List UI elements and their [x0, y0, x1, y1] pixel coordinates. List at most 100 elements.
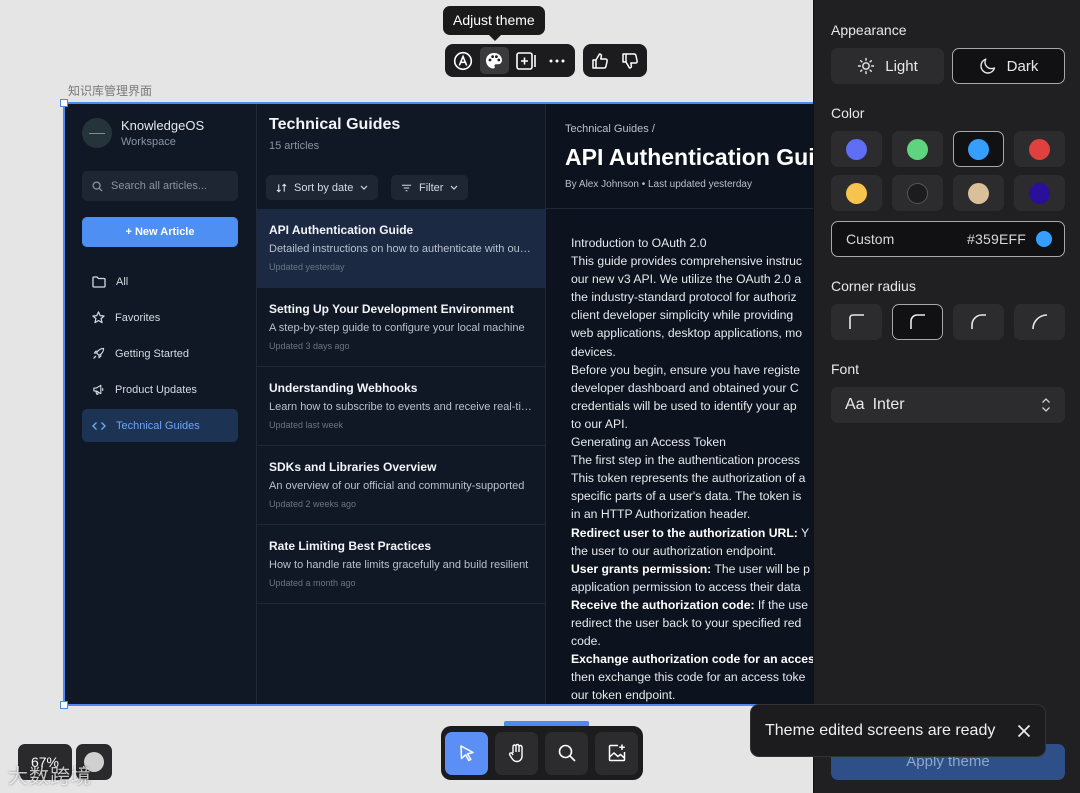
breadcrumb[interactable]: Technical Guides /	[565, 123, 655, 135]
swatch-dot	[846, 182, 867, 204]
body-line: application permission to access their d…	[571, 578, 821, 596]
preview-frame[interactable]: KnowledgeOS Workspace Search all article…	[63, 102, 823, 706]
sort-icon	[276, 183, 287, 192]
list-item[interactable]: API Authentication Guide Detailed instru…	[257, 209, 545, 288]
sidebar-item-label: Getting Started	[115, 347, 189, 360]
body-line: specific parts of a user's data. The tok…	[571, 487, 821, 505]
color-swatch[interactable]	[892, 175, 943, 211]
body-line-text: the user to our authorization endpoint.	[571, 543, 777, 558]
article-description: Detailed instructions on how to authenti…	[269, 243, 533, 255]
radius-large-button[interactable]	[953, 304, 1004, 340]
select-tool-button[interactable]	[445, 731, 488, 775]
list-item[interactable]: SDKs and Libraries Overview An overview …	[257, 446, 545, 525]
body-line-text: client developer simplicity while provid…	[571, 308, 794, 323]
chevron-down-icon	[451, 185, 458, 190]
article-body: Introduction to OAuth 2.0 This guide prov…	[571, 234, 821, 704]
custom-color-field[interactable]: Custom #359EFF	[831, 221, 1065, 257]
article-title: Setting Up Your Development Environment	[269, 302, 514, 316]
font-select[interactable]: Aa Inter	[831, 387, 1065, 423]
article-description: An overview of our official and communit…	[269, 480, 525, 492]
font-label: Font	[831, 361, 860, 377]
star-icon	[92, 311, 105, 324]
palette-icon[interactable]	[479, 47, 509, 74]
color-swatch[interactable]	[892, 131, 943, 167]
radius-small-button[interactable]	[831, 304, 882, 340]
swatch-dot	[1029, 182, 1050, 204]
search-input[interactable]: Search all articles...	[82, 171, 238, 201]
body-line: This guide provides comprehensive instru…	[571, 252, 821, 270]
radius-medium-button[interactable]	[892, 304, 943, 340]
sidebar-item-all[interactable]: All	[82, 265, 238, 298]
more-icon[interactable]	[543, 47, 573, 74]
list-item[interactable]: Setting Up Your Development Environment …	[257, 288, 545, 367]
body-line-text: our token endpoint.	[571, 688, 676, 703]
article-title: API Authentication Guide	[269, 223, 414, 237]
sidebar-item-technical-guides[interactable]: Technical Guides	[82, 409, 238, 442]
light-mode-button[interactable]: Light	[831, 48, 944, 84]
chevron-up-down-icon	[1042, 398, 1050, 412]
image-tool-button[interactable]	[595, 731, 638, 775]
sidebar-item-product-updates[interactable]: Product Updates	[82, 373, 238, 406]
body-line: Generating an Access Token	[571, 433, 821, 451]
custom-hex: #359EFF	[967, 231, 1026, 247]
body-line-text: The first step in the authentication pro…	[571, 453, 800, 468]
filter-label: Filter	[419, 181, 444, 194]
color-swatch[interactable]	[1014, 175, 1065, 211]
color-label: Color	[831, 105, 865, 121]
body-line-text: code.	[571, 634, 601, 649]
hand-tool-button[interactable]	[495, 731, 538, 775]
article-date: Updated yesterday	[269, 262, 345, 272]
resize-handle[interactable]	[60, 99, 68, 107]
body-line: redirect the user back to your specified…	[571, 614, 821, 632]
thumbs-down-icon[interactable]	[616, 47, 644, 74]
hand-icon	[508, 743, 523, 763]
corner-medium-icon	[909, 314, 925, 329]
article-content: Technical Guides / API Authentication Gu…	[546, 104, 821, 704]
body-line: developer dashboard and obtained your C	[571, 379, 821, 397]
radius-full-button[interactable]	[1014, 304, 1065, 340]
body-line: in an HTTP Authorization header.	[571, 505, 821, 523]
body-line-bold: Receive the authorization code:	[571, 597, 755, 612]
swatch-dot	[968, 182, 989, 204]
article-list-pane: Technical Guides 15 articles Sort by dat…	[257, 104, 546, 704]
swatch-dot	[907, 182, 928, 204]
body-line-bold: Redirect user to the authorization URL:	[571, 525, 798, 540]
color-swatch[interactable]	[831, 175, 882, 211]
list-title: Technical Guides	[269, 116, 401, 133]
typography-icon[interactable]	[448, 47, 478, 74]
folder-icon	[92, 275, 106, 288]
color-swatch[interactable]	[1014, 131, 1065, 167]
rocket-icon	[93, 347, 105, 359]
color-swatch[interactable]	[953, 131, 1004, 167]
body-line-text: redirect the user back to your specified…	[571, 615, 802, 630]
body-line: the user to our authorization endpoint.	[571, 542, 821, 560]
body-line-text: web applications, desktop applications, …	[571, 326, 803, 341]
sidebar-item-getting-started[interactable]: Getting Started	[82, 337, 238, 370]
frame-label: 知识库管理界面	[68, 84, 153, 98]
list-item[interactable]: Understanding Webhooks Learn how to subs…	[257, 367, 545, 446]
sort-label: Sort by date	[294, 181, 354, 194]
dark-mode-button[interactable]: Dark	[952, 48, 1065, 84]
sort-button[interactable]: Sort by date	[266, 175, 379, 200]
sidebar: KnowledgeOS Workspace Search all article…	[65, 104, 257, 704]
body-line: the industry-standard protocol for autho…	[571, 288, 821, 306]
brand-subtitle: Workspace	[121, 136, 176, 148]
resize-handle[interactable]	[60, 701, 68, 709]
thumbs-up-icon[interactable]	[586, 47, 614, 74]
close-icon[interactable]	[1017, 724, 1031, 738]
cursor-icon	[459, 745, 474, 762]
watermark-logo: 大数跨境	[8, 764, 92, 788]
filter-button[interactable]: Filter	[391, 175, 469, 200]
new-article-button[interactable]: + New Article	[82, 217, 238, 247]
list-item[interactable]: Rate Limiting Best Practices How to hand…	[257, 525, 545, 604]
body-line: credentials will be used to identify you…	[571, 397, 821, 415]
sidebar-item-favorites[interactable]: Favorites	[82, 301, 238, 334]
body-line: Receive the authorization code: If the u…	[571, 596, 821, 614]
color-swatch[interactable]	[831, 131, 882, 167]
zoom-tool-button[interactable]	[545, 731, 588, 775]
body-line: The first step in the authentication pro…	[571, 451, 821, 469]
body-line: our token endpoint.	[571, 686, 821, 704]
body-line-bold: User grants permission:	[571, 561, 712, 576]
color-swatch[interactable]	[953, 175, 1004, 211]
add-frame-icon[interactable]	[511, 47, 541, 74]
